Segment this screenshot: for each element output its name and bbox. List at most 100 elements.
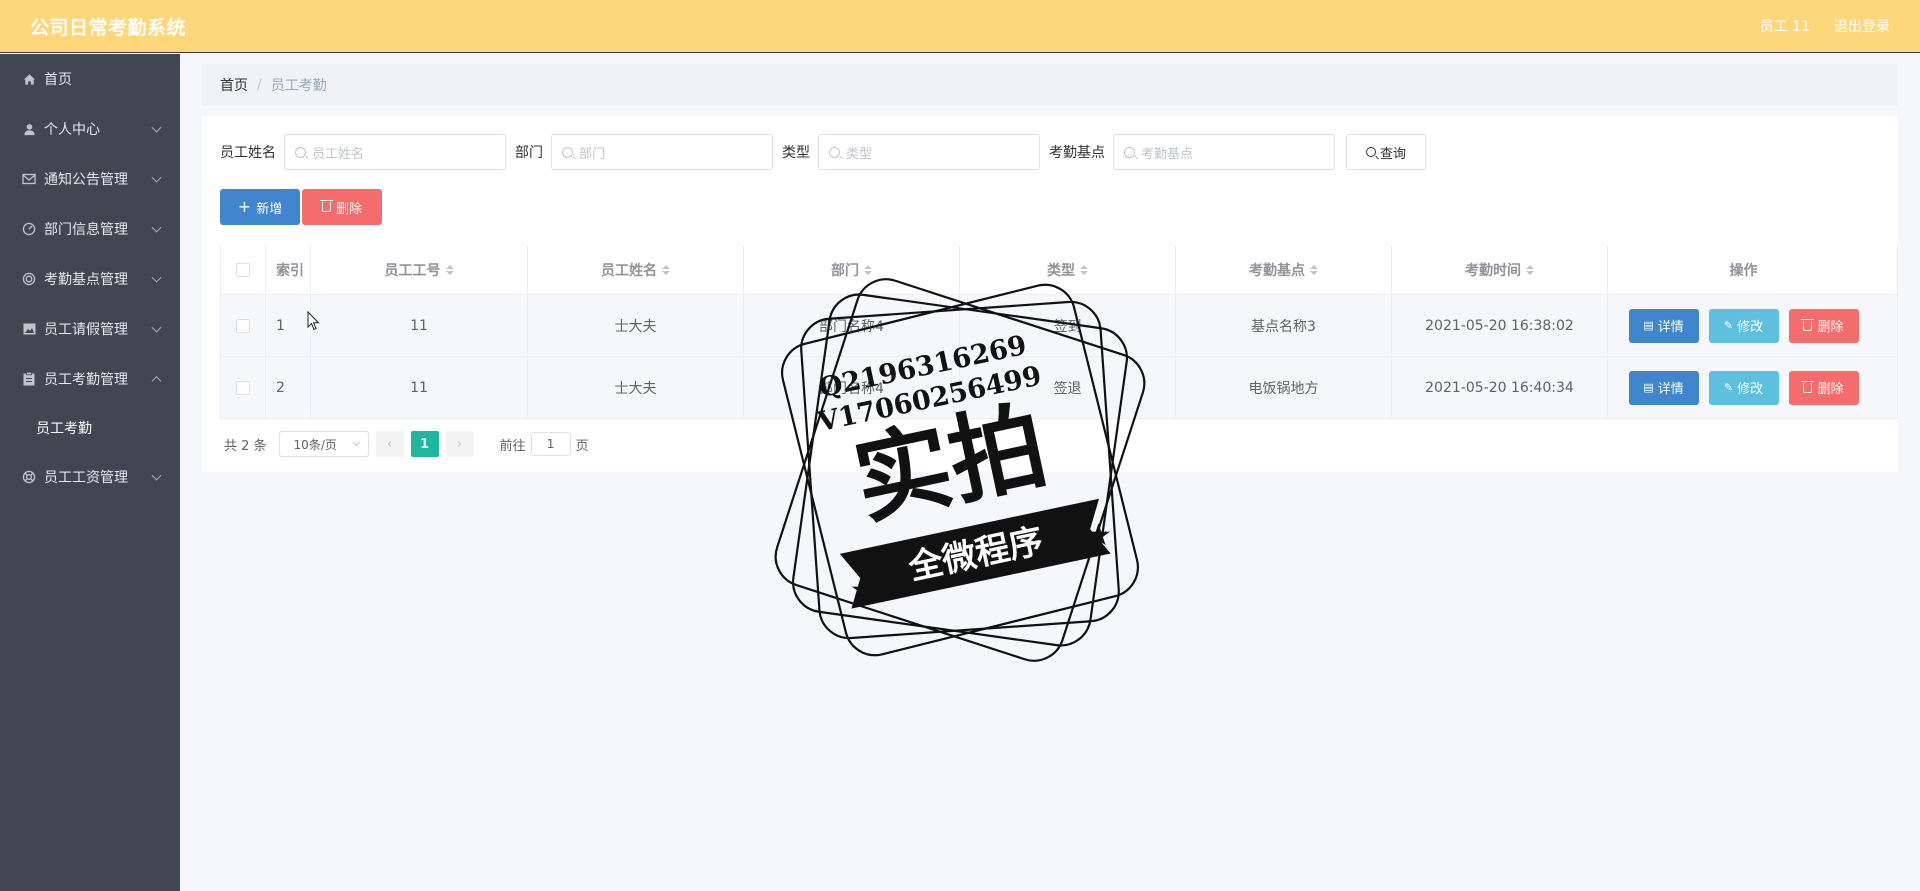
edit-button[interactable]: ✎ 修改 xyxy=(1708,370,1779,405)
column-header-time[interactable]: 考勤时间 xyxy=(1392,245,1608,294)
goto-prefix: 前往 xyxy=(499,438,526,454)
next-page-button[interactable]: › xyxy=(445,431,474,457)
pagination: 共 2 条 10条/页 ‹ 1 › 前往 1 页 xyxy=(220,431,1880,457)
cell-base: 基点名称3 xyxy=(1176,295,1392,356)
sidebar-item-department[interactable]: 部门信息管理 xyxy=(0,204,180,254)
mail-icon xyxy=(22,172,36,186)
pagination-total: 共 2 条 xyxy=(224,438,267,454)
department-label: 部门 xyxy=(515,145,543,161)
attendance-base-placeholder: 考勤基点 xyxy=(1141,146,1194,162)
cell-department: 部门名称4 xyxy=(744,295,960,356)
plus-icon: + xyxy=(237,197,252,216)
trash-icon xyxy=(319,200,333,212)
batch-delete-button[interactable]: 删除 xyxy=(302,189,382,225)
search-bar: 员工姓名 员工姓名 部门 部门 类型 类型 考勤基点 考勤基点 查询 xyxy=(220,134,1880,170)
sidebar-item-label: 员工考勤管理 xyxy=(44,372,128,388)
add-button-label: 新增 xyxy=(256,201,283,217)
column-header-type[interactable]: 类型 xyxy=(960,245,1176,294)
column-header-actions: 操作 xyxy=(1729,262,1758,279)
edit-button[interactable]: ✎ 修改 xyxy=(1708,308,1779,343)
column-header-label: 部门 xyxy=(831,262,859,279)
chevron-down-icon xyxy=(151,272,162,283)
type-input[interactable]: 类型 xyxy=(818,134,1040,170)
detail-button[interactable]: ▤ 详情 xyxy=(1628,308,1699,343)
cell-emp-no: 11 xyxy=(311,357,528,418)
sidebar: 首页 个人中心 通知公告管理 部门信息管理 考勤基点管理 员工请假管理 员工考勤… xyxy=(0,54,180,891)
goto-page-input[interactable]: 1 xyxy=(530,432,571,456)
pencil-icon: ✎ xyxy=(1723,381,1734,394)
search-icon xyxy=(295,146,306,158)
delete-button[interactable]: 删除 xyxy=(1788,308,1859,343)
sidebar-item-home[interactable]: 首页 xyxy=(0,54,180,104)
row-checkbox[interactable] xyxy=(236,318,250,333)
row-checkbox[interactable] xyxy=(236,380,250,395)
page-number-current[interactable]: 1 xyxy=(410,431,439,457)
delete-button[interactable]: 删除 xyxy=(1788,370,1859,405)
mouse-cursor-icon xyxy=(307,311,320,331)
sidebar-item-label: 通知公告管理 xyxy=(44,172,128,188)
column-header-label: 员工姓名 xyxy=(601,262,657,279)
detail-button[interactable]: ▤ 详情 xyxy=(1628,370,1699,405)
sort-icon xyxy=(662,264,670,275)
header-user-area: 员工 11 退出登录 xyxy=(1760,16,1890,36)
sidebar-subitem-attendance[interactable]: 员工考勤 xyxy=(0,404,180,452)
search-icon xyxy=(562,146,573,158)
chevron-down-icon xyxy=(151,122,162,133)
sidebar-item-label: 个人中心 xyxy=(44,122,100,138)
query-button[interactable]: 查询 xyxy=(1346,134,1426,170)
page-size-select[interactable]: 10条/页 xyxy=(278,431,369,457)
sidebar-item-salary[interactable]: 员工工资管理 xyxy=(0,452,180,502)
cell-time: 2021-05-20 16:40:34 xyxy=(1392,357,1608,418)
sidebar-item-leave[interactable]: 员工请假管理 xyxy=(0,304,180,354)
attendance-base-input[interactable]: 考勤基点 xyxy=(1113,134,1335,170)
cell-type: 签退 xyxy=(960,357,1176,418)
sort-icon xyxy=(1080,264,1088,275)
breadcrumb-home[interactable]: 首页 xyxy=(220,75,248,95)
sidebar-item-attendance[interactable]: 员工考勤管理 xyxy=(0,354,180,404)
sidebar-item-label: 首页 xyxy=(44,72,72,88)
trash-icon xyxy=(1801,318,1815,331)
breadcrumb: 首页 / 员工考勤 xyxy=(202,64,1898,106)
column-header-emp-no[interactable]: 员工工号 xyxy=(311,245,528,294)
action-bar: + 新增 删除 xyxy=(220,189,1880,225)
type-placeholder: 类型 xyxy=(846,146,873,162)
gauge-icon xyxy=(22,222,36,236)
sidebar-item-label: 考勤基点管理 xyxy=(44,272,128,288)
user-icon xyxy=(22,122,36,136)
sidebar-item-profile[interactable]: 个人中心 xyxy=(0,104,180,154)
type-label: 类型 xyxy=(782,145,810,161)
goto-suffix: 页 xyxy=(575,438,589,454)
top-header: 公司日常考勤系统 员工 11 退出登录 xyxy=(0,0,1920,53)
column-header-department[interactable]: 部门 xyxy=(744,245,960,294)
watermark-banner-text: 全微程序 xyxy=(904,521,1046,589)
document-icon: ▤ xyxy=(1643,381,1654,394)
select-all-checkbox[interactable] xyxy=(236,262,250,277)
current-user[interactable]: 员工 11 xyxy=(1760,16,1810,36)
sort-icon xyxy=(864,264,872,275)
chevron-down-icon xyxy=(151,470,162,481)
clipboard-icon xyxy=(22,372,36,386)
column-header-label: 考勤基点 xyxy=(1249,262,1305,279)
prev-page-button[interactable]: ‹ xyxy=(375,431,404,457)
department-input[interactable]: 部门 xyxy=(551,134,773,170)
delete-label: 删除 xyxy=(1817,382,1844,397)
logout-link[interactable]: 退出登录 xyxy=(1834,16,1890,36)
cell-base: 电饭锅地方 xyxy=(1176,357,1392,418)
detail-label: 详情 xyxy=(1657,320,1684,335)
column-header-base[interactable]: 考勤基点 xyxy=(1176,245,1392,294)
chevron-down-icon xyxy=(151,222,162,233)
sort-icon xyxy=(1526,264,1534,275)
add-button[interactable]: + 新增 xyxy=(220,189,300,225)
sort-icon xyxy=(1310,264,1318,275)
sidebar-item-notice[interactable]: 通知公告管理 xyxy=(0,154,180,204)
main-content: 首页 / 员工考勤 员工姓名 员工姓名 部门 部门 类型 类型 考勤基点 考勤基… xyxy=(202,64,1898,472)
cell-name: 士大夫 xyxy=(528,357,744,418)
column-header-index: 索引 xyxy=(266,245,311,294)
picture-icon xyxy=(22,322,36,336)
sidebar-item-attendance-base[interactable]: 考勤基点管理 xyxy=(0,254,180,304)
row-select-cell xyxy=(221,357,266,418)
column-header-name[interactable]: 员工姓名 xyxy=(528,245,744,294)
life-ring-icon xyxy=(22,470,36,484)
cell-emp-no: 11 xyxy=(311,295,528,356)
employee-name-input[interactable]: 员工姓名 xyxy=(284,134,506,170)
